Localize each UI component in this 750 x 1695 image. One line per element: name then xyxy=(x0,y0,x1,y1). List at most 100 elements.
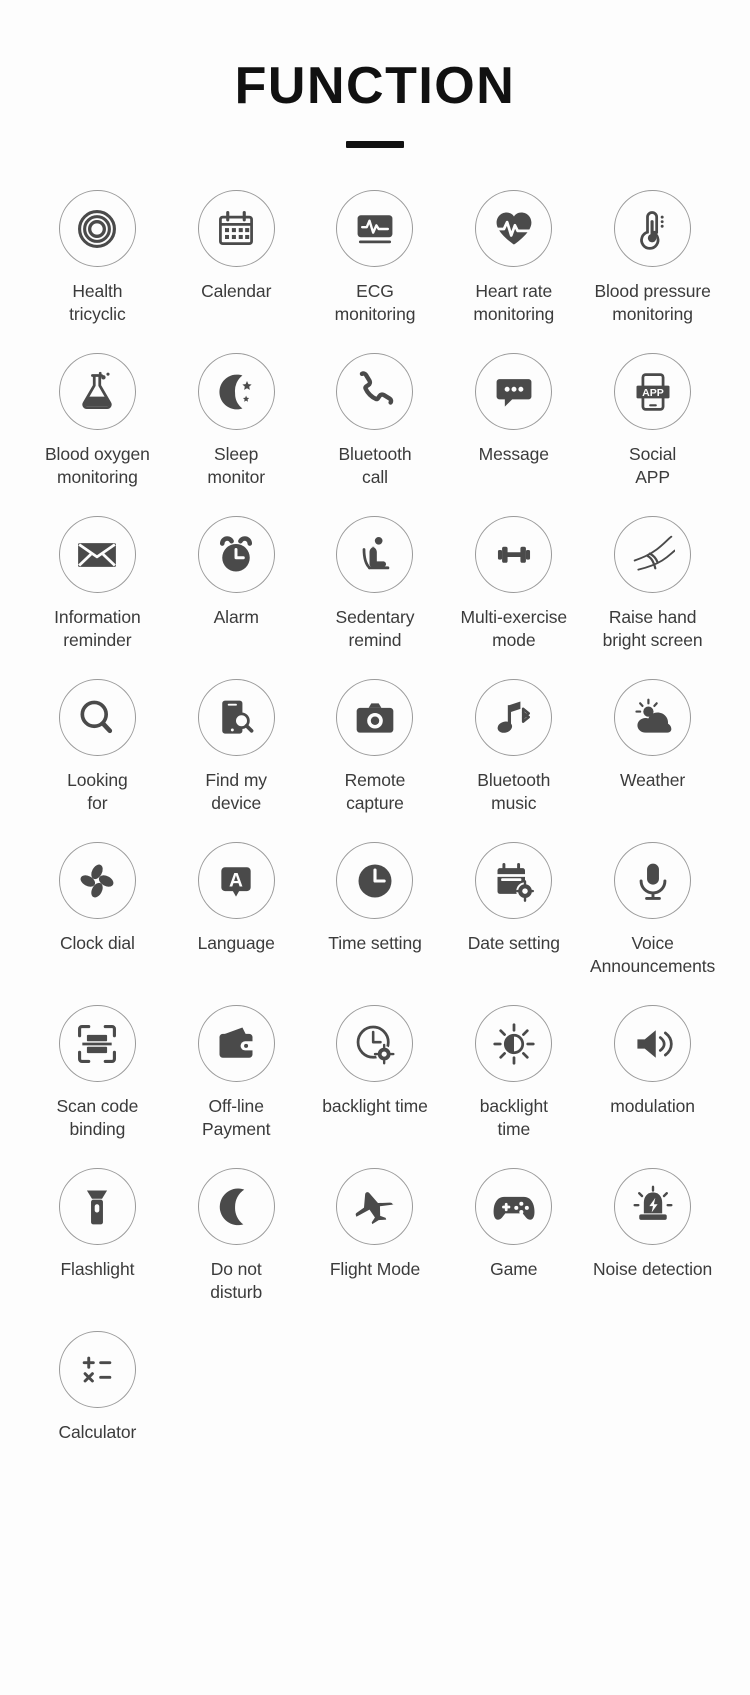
feature-item[interactable]: Calendar xyxy=(167,190,306,353)
feature-item[interactable]: Heart rate monitoring xyxy=(444,190,583,353)
envelope-icon[interactable] xyxy=(58,516,136,594)
thermometer-icon[interactable] xyxy=(614,190,692,268)
feature-label: Message xyxy=(478,444,549,465)
magnifier-icon[interactable] xyxy=(58,679,136,757)
feature-label: Language xyxy=(197,933,275,954)
bluetooth-music-icon[interactable] xyxy=(475,679,553,757)
calendar-gear-icon[interactable] xyxy=(475,842,553,920)
crescent-moon-icon[interactable] xyxy=(197,1168,275,1246)
feature-item[interactable]: modulation xyxy=(583,1005,722,1168)
feature-item[interactable]: Looking for xyxy=(28,679,167,842)
feature-item[interactable]: Sedentary remind xyxy=(306,516,445,679)
scan-code-icon[interactable] xyxy=(58,1005,136,1083)
health-tricyclic-icon[interactable] xyxy=(58,190,136,268)
feature-item[interactable]: Scan code binding xyxy=(28,1005,167,1168)
message-bubble-icon[interactable] xyxy=(475,353,553,431)
feature-item[interactable]: Blood pressure monitoring xyxy=(583,190,722,353)
feature-item[interactable]: Sleep monitor xyxy=(167,353,306,516)
feature-item[interactable]: Flight Mode xyxy=(306,1168,445,1331)
feature-grid: Health tricyclic Calendar ECG monitoring Hear… xyxy=(0,190,750,1494)
feature-label: Calculator xyxy=(58,1422,137,1443)
feature-item[interactable]: Do not disturb xyxy=(167,1168,306,1331)
feature-label: Voice Announcements xyxy=(590,933,716,976)
feature-item[interactable]: A Language xyxy=(167,842,306,1005)
sedentary-person-icon[interactable] xyxy=(336,516,414,594)
feature-item[interactable]: Off-line Payment xyxy=(167,1005,306,1168)
feature-label: Bluetooth call xyxy=(338,444,412,487)
title-underline-rule xyxy=(346,141,404,149)
feature-label: Scan code binding xyxy=(56,1096,139,1139)
feature-item[interactable]: Clock dial xyxy=(28,842,167,1005)
feature-item[interactable]: Blood oxygen monitoring xyxy=(28,353,167,516)
feature-item[interactable]: Calculator xyxy=(28,1331,167,1494)
feature-item[interactable]: ECG monitoring xyxy=(306,190,445,353)
feature-item[interactable]: Bluetooth music xyxy=(444,679,583,842)
feature-item[interactable]: backlight time xyxy=(444,1005,583,1168)
feature-item[interactable]: Message xyxy=(444,353,583,516)
feature-label: Remote capture xyxy=(344,770,406,813)
heart-rate-icon[interactable] xyxy=(475,190,553,268)
clock-icon[interactable] xyxy=(336,842,414,920)
feature-label: Flight Mode xyxy=(329,1259,421,1280)
feature-item[interactable]: Voice Announcements xyxy=(583,842,722,1005)
sun-cloud-icon[interactable] xyxy=(614,679,692,757)
moon-stars-icon[interactable] xyxy=(197,353,275,431)
flashlight-icon[interactable] xyxy=(58,1168,136,1246)
feature-item[interactable]: Flashlight xyxy=(28,1168,167,1331)
feature-item[interactable]: Time setting xyxy=(306,842,445,1005)
raise-hand-wrist-icon[interactable] xyxy=(614,516,692,594)
microphone-icon[interactable] xyxy=(614,842,692,920)
alarm-clock-icon[interactable] xyxy=(197,516,275,594)
feature-item[interactable]: Noise detection xyxy=(583,1168,722,1331)
feature-label: Time setting xyxy=(328,933,422,954)
social-app-icon[interactable]: APP xyxy=(614,353,692,431)
feature-label: ECG monitoring xyxy=(334,281,416,324)
gamepad-icon[interactable] xyxy=(475,1168,553,1246)
svg-text:A: A xyxy=(229,870,243,891)
find-phone-icon[interactable] xyxy=(197,679,275,757)
feature-label: Information reminder xyxy=(54,607,141,650)
feature-label: Find my device xyxy=(205,770,267,813)
speaker-volume-icon[interactable] xyxy=(614,1005,692,1083)
dumbbell-icon[interactable] xyxy=(475,516,553,594)
phone-handset-icon[interactable] xyxy=(336,353,414,431)
airplane-icon[interactable] xyxy=(336,1168,414,1246)
siren-icon[interactable] xyxy=(614,1168,692,1246)
function-list-page: FUNCTION Health tricyclic Calendar ECG monit… xyxy=(0,0,750,1695)
feature-item[interactable]: Date setting xyxy=(444,842,583,1005)
pinwheel-icon[interactable] xyxy=(58,842,136,920)
feature-item[interactable]: Weather xyxy=(583,679,722,842)
feature-item[interactable]: Multi-exercise mode xyxy=(444,516,583,679)
wallet-icon[interactable] xyxy=(197,1005,275,1083)
camera-icon[interactable] xyxy=(336,679,414,757)
feature-label: Date setting xyxy=(467,933,560,954)
feature-item[interactable]: Alarm xyxy=(167,516,306,679)
feature-label: Calendar xyxy=(201,281,272,302)
feature-item[interactable]: Raise hand bright screen xyxy=(583,516,722,679)
calendar-icon[interactable] xyxy=(197,190,275,268)
feature-label: Health tricyclic xyxy=(69,281,126,324)
feature-item[interactable]: Bluetooth call xyxy=(306,353,445,516)
page-title: FUNCTION xyxy=(0,57,750,149)
feature-label: Noise detection xyxy=(593,1259,713,1280)
feature-item[interactable]: backlight time xyxy=(306,1005,445,1168)
feature-item[interactable]: Find my device xyxy=(167,679,306,842)
language-a-icon[interactable]: A xyxy=(197,842,275,920)
feature-item[interactable]: Remote capture xyxy=(306,679,445,842)
brightness-icon[interactable] xyxy=(475,1005,553,1083)
flask-icon[interactable] xyxy=(58,353,136,431)
feature-item[interactable]: Health tricyclic xyxy=(28,190,167,353)
feature-label: Social APP xyxy=(629,444,677,487)
feature-item[interactable]: APP Social APP xyxy=(583,353,722,516)
feature-label: Looking for xyxy=(67,770,128,813)
feature-label: Weather xyxy=(620,770,686,791)
feature-item[interactable]: Information reminder xyxy=(28,516,167,679)
feature-label: Heart rate monitoring xyxy=(473,281,555,324)
calculator-icon[interactable] xyxy=(58,1331,136,1409)
clock-gear-icon[interactable] xyxy=(336,1005,414,1083)
feature-item[interactable]: Game xyxy=(444,1168,583,1331)
feature-label: Blood pressure monitoring xyxy=(594,281,711,324)
feature-label: Do not disturb xyxy=(210,1259,263,1302)
page-title-text: FUNCTION xyxy=(234,57,516,115)
ecg-monitor-icon[interactable] xyxy=(336,190,414,268)
